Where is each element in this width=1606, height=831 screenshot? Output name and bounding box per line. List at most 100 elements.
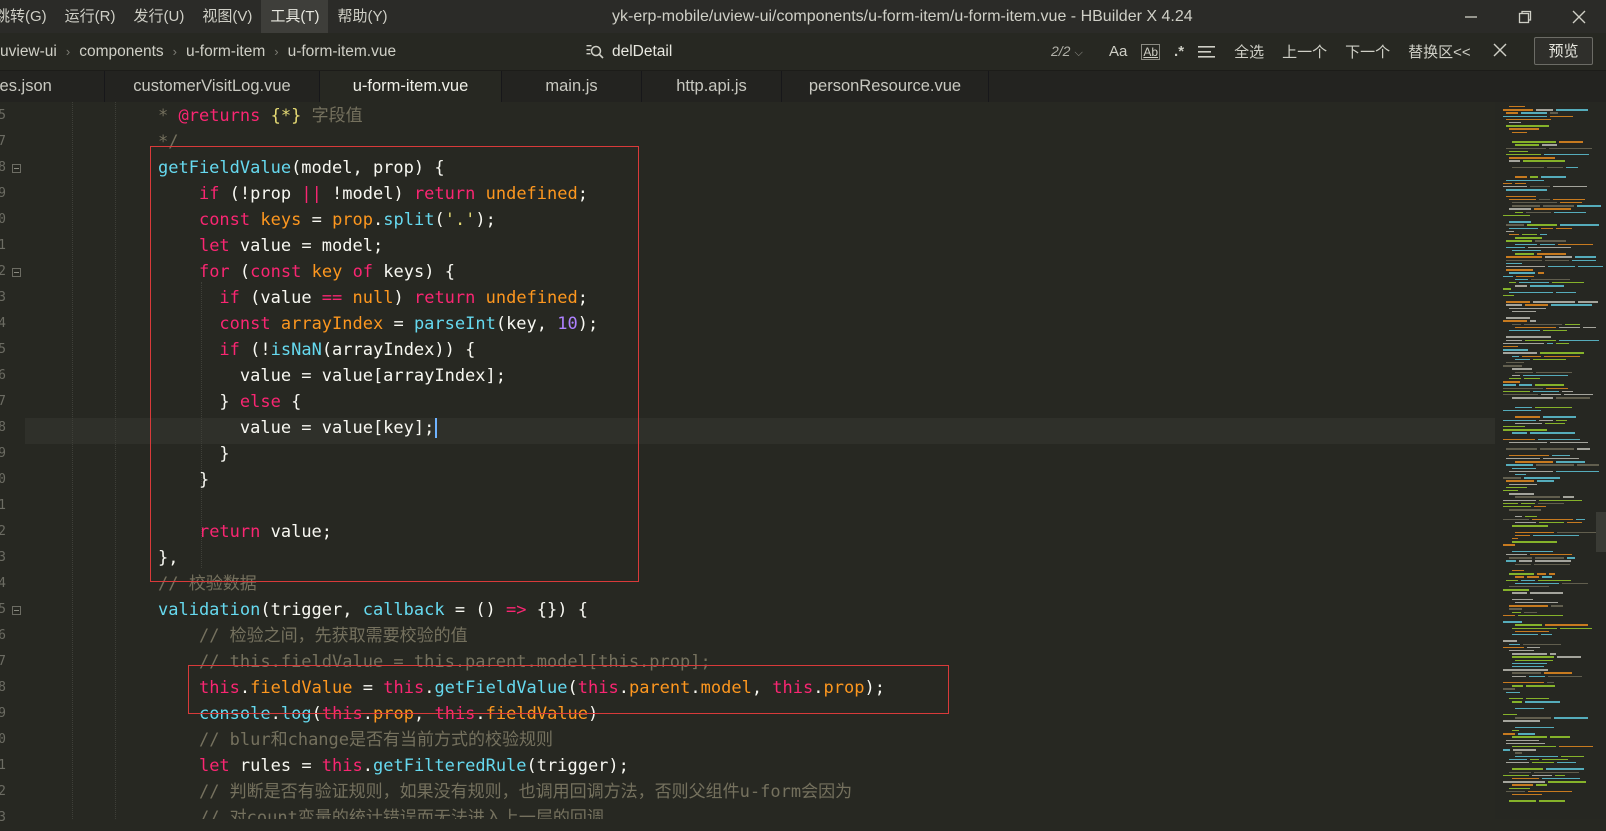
code-line[interactable]: validation(trigger, callback = () => {})… [158,597,588,623]
minimap-line [1509,378,1521,380]
minimap-line [1515,144,1539,146]
code-line[interactable]: let rules = this.getFilteredRule(trigger… [158,753,629,779]
minimap-line [1523,378,1540,380]
minimap-line [1539,198,1550,201]
breadcrumb-item[interactable]: components [73,43,169,61]
minimap-line [1515,416,1540,418]
minimize-button[interactable] [1444,0,1498,33]
minimap-line [1576,464,1599,466]
minimap-line [1512,598,1534,601]
minimap-line [1506,458,1541,460]
minimap-line [1509,586,1550,588]
whole-word-toggle[interactable]: Ab [1141,43,1161,60]
tab-main-js[interactable]: main.js [502,71,642,102]
minimap-line [1551,304,1593,306]
title-bar: 跳转(G) 运行(R) 发行(U) 视图(V) 工具(T) 帮助(Y) yk-e… [0,0,1606,33]
minimap-line [1503,477,1521,479]
tab-person-resource[interactable]: personResource.vue [782,71,989,102]
highlight-box-getfieldvalue [150,146,639,582]
tab-u-form-item[interactable]: u-form-item.vue [320,71,502,102]
minimap-line [1531,762,1555,764]
preview-button[interactable]: 预览 [1534,37,1593,65]
tab-pages-json[interactable]: pages.json [0,71,105,102]
minimap-line [1509,160,1520,162]
minimap-line [1515,726,1555,729]
minimap-line [1503,682,1544,684]
find-previous-button[interactable]: 上一个 [1282,41,1327,62]
code-token: // blur和change是否有当前方式的校验规则 [198,730,554,750]
find-input[interactable] [612,39,1032,64]
list-results-toggle[interactable] [1198,45,1216,59]
minimap-line [1512,746,1557,748]
menu-view[interactable]: 视图(V) [193,0,261,33]
breadcrumb-item[interactable]: u-form-item [180,43,271,61]
minimap-line [1506,742,1546,745]
minimap-line [1506,480,1534,482]
minimap-line [1574,256,1597,258]
close-window-button[interactable] [1552,0,1606,33]
find-match-count[interactable]: 2/2 ⌵ [1051,33,1083,70]
code-editor[interactable]: 5789012345678901234567890123 * @returns … [0,102,1606,825]
code-line[interactable]: // blur和change是否有当前方式的校验规则 [158,727,553,753]
minimap-line [1543,330,1568,332]
minimap-line [1515,211,1524,213]
find-next-button[interactable]: 下一个 [1345,41,1390,62]
select-all-button[interactable]: 全选 [1234,41,1264,62]
minimap-line [1535,371,1572,373]
minimap-line [1535,109,1553,111]
menu-tools[interactable]: 工具(T) [261,0,329,33]
minimap-line [1521,112,1547,114]
minimap-line [1540,176,1567,178]
minimap-line [1557,762,1577,764]
menu-help[interactable]: 帮助(Y) [328,0,396,33]
minimap-line [1575,518,1585,521]
minimap-line [1540,227,1554,229]
tab-customer-visit-log[interactable]: customerVisitLog.vue [105,71,320,102]
minimap-line [1515,531,1554,533]
minimap-line [1519,384,1532,386]
minimap-line [1563,394,1593,396]
replace-toggle-button[interactable]: 替换区<< [1408,41,1471,62]
minimap-line [1506,230,1515,233]
minimap[interactable] [1495,102,1606,819]
minimap-line [1563,496,1574,498]
menu-goto[interactable]: 跳转(G) [0,0,56,33]
code-token: {*} [270,106,302,126]
breadcrumb: uview-ui › components › u-form-item › u-… [0,33,402,70]
minimap-line [1528,790,1572,793]
minimap-line [1503,275,1513,277]
scrollbar-thumb[interactable] [1596,512,1606,552]
minimap-line [1503,352,1538,354]
tab-http-api-js[interactable]: http.api.js [642,71,782,102]
minimap-line [1526,646,1541,649]
code-line[interactable]: * @returns {*} 字段值 [158,103,363,129]
menu-publish[interactable]: 发行(U) [125,0,194,33]
regex-toggle[interactable]: .* [1174,43,1184,60]
minimap-line [1512,685,1524,687]
minimap-line [1515,243,1538,245]
code-line[interactable]: // 检验之间，先获取需要校验的值 [158,623,468,649]
find-replace-icon[interactable] [585,42,605,62]
minimap-line [1509,307,1547,309]
code-line[interactable]: // 判断是否有验证规则，如果没有规则，也调用回调方法，否则父组件u-form会… [158,779,852,805]
minimap-line [1526,576,1539,578]
minimap-line [1512,141,1557,143]
menu-run[interactable]: 运行(R) [56,0,125,33]
minimap-line [1509,650,1534,652]
maximize-button[interactable] [1498,0,1552,33]
breadcrumb-item[interactable]: u-form-item.vue [282,43,403,61]
minimap-line [1536,480,1554,482]
minimap-line [1533,506,1546,508]
minimap-line [1512,397,1553,399]
match-case-toggle[interactable]: Aa [1109,43,1127,60]
code-line[interactable]: // 对count变量的统计错误而无法进入上一层的回调 [158,805,604,819]
minimap-line [1509,470,1553,473]
minimap-line [1506,256,1542,258]
code-token: . [362,756,373,776]
close-icon[interactable] [1493,43,1507,57]
breadcrumb-item[interactable]: uview-ui [0,43,63,61]
minimap-line [1544,422,1565,425]
minimap-line [1555,109,1589,111]
